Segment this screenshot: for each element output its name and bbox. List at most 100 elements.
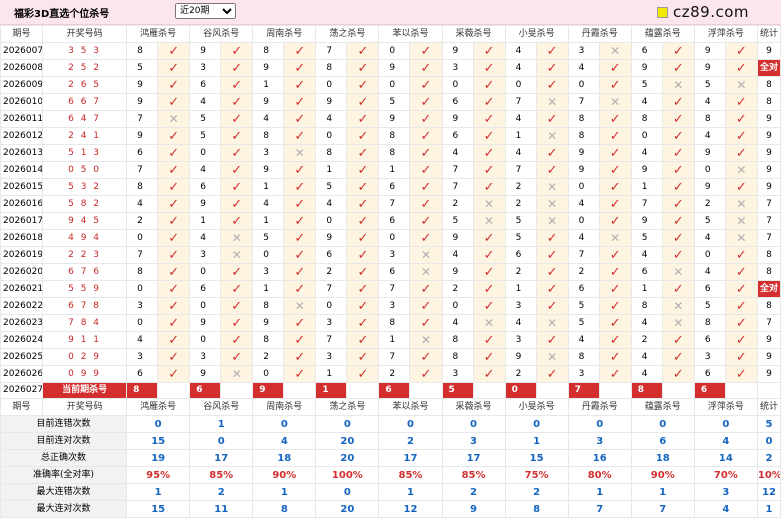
draw-number-cell: 9 4 5: [42, 212, 128, 230]
kill-number-cell: 9: [126, 76, 159, 94]
kill-number-cell: 2: [441, 280, 474, 298]
draw-number-cell: 5 8 2: [42, 195, 128, 213]
column-header: 采薇杀号: [441, 25, 506, 43]
column-header: 荡之杀号: [315, 25, 380, 43]
kill-number-cell: 6: [378, 178, 411, 196]
table-row: 2026009 2 6 5 9 ✓ 6 ✓ 1 ✓ 0 ✓ 0 ✓ 0 ✓ 0 ✓ 0 ✓ 5 ✕ 5 ✕ 8: [0, 76, 781, 94]
cross-icon: ✕: [661, 263, 695, 281]
site-logo[interactable]: cz89.com: [625, 0, 781, 24]
draw-number-cell: 4 9 4: [42, 229, 128, 247]
kill-number-cell: 7: [126, 246, 159, 264]
check-icon: ✓: [535, 365, 569, 383]
check-icon: ✓: [472, 42, 506, 60]
kill-number-cell: 8: [693, 314, 726, 332]
cross-icon: ✕: [724, 229, 758, 247]
period-select[interactable]: 近20期: [175, 3, 236, 19]
stats-value: 90%: [630, 466, 695, 484]
check-icon: ✓: [724, 365, 758, 383]
kill-number-cell: 5: [567, 297, 600, 315]
kill-number-cell: 4: [693, 93, 726, 111]
row-stat-cell: 8: [756, 93, 781, 111]
stats-value: 17: [189, 449, 254, 467]
predicted-kill-cell: 9: [252, 382, 285, 399]
row-stat-cell: 9: [756, 365, 781, 383]
check-icon: ✓: [661, 42, 695, 60]
check-icon: ✓: [283, 229, 317, 247]
kill-number-cell: 4: [504, 59, 537, 77]
kill-number-cell: 9: [441, 229, 474, 247]
stats-value: 18: [630, 449, 695, 467]
stats-value: 1: [567, 483, 632, 501]
cross-icon: ✕: [661, 314, 695, 332]
column-header: 蕴露杀号: [630, 25, 695, 43]
kill-number-cell: 0: [441, 297, 474, 315]
check-icon: ✓: [409, 110, 443, 128]
kill-number-cell: 5: [630, 229, 663, 247]
kill-number-cell: 1: [252, 212, 285, 230]
check-icon: ✓: [724, 178, 758, 196]
kill-number-cell: 9: [567, 144, 600, 162]
check-icon: ✓: [283, 76, 317, 94]
kill-number-cell: 1: [252, 280, 285, 298]
kill-number-cell: 1: [189, 212, 222, 230]
stats-label: 总正确次数: [0, 449, 128, 467]
check-icon: ✓: [220, 331, 254, 349]
stats-row: 最大连对次数 15 11 8 20 12 9 8 7 7 4 1: [0, 500, 781, 518]
kill-number-cell: 9: [630, 212, 663, 230]
kill-number-cell: 4: [567, 195, 600, 213]
kill-number-cell: 4: [630, 365, 663, 383]
kill-number-cell: 1: [378, 331, 411, 349]
kill-number-cell: 8: [693, 110, 726, 128]
kill-number-cell: 6: [693, 331, 726, 349]
cross-icon: ✕: [598, 229, 632, 247]
check-icon: ✓: [472, 263, 506, 281]
kill-number-cell: 9: [630, 59, 663, 77]
kill-number-cell: 4: [126, 331, 159, 349]
kill-number-cell: 0: [315, 127, 348, 145]
check-icon: ✓: [661, 331, 695, 349]
cross-icon: ✕: [535, 93, 569, 111]
stats-value: 75%: [504, 466, 569, 484]
check-icon: ✓: [472, 59, 506, 77]
header-row: 期号 开奖号码 鸿雁杀号 谷风杀号 周南杀号 荡之杀号 苯以杀号 采薇杀号 小旻杀号 丹霞杀号 蕴露…: [0, 25, 781, 43]
kill-number-cell: 5: [378, 93, 411, 111]
cross-icon: ✕: [535, 127, 569, 145]
empty-cell: [157, 382, 191, 399]
kill-number-cell: 2: [504, 195, 537, 213]
cross-icon: ✕: [535, 348, 569, 366]
cross-icon: ✕: [724, 212, 758, 230]
check-icon: ✓: [283, 331, 317, 349]
check-icon: ✓: [661, 348, 695, 366]
check-icon: ✓: [409, 229, 443, 247]
check-icon: ✓: [598, 365, 632, 383]
cross-icon: ✕: [472, 212, 506, 230]
kill-number-cell: 5: [693, 212, 726, 230]
period-cell: 2026018: [0, 229, 44, 247]
kill-number-cell: 8: [252, 331, 285, 349]
draw-number-cell: 2 2 3: [42, 246, 128, 264]
table-row: 2026008 2 5 2 5 ✓ 3 ✓ 9 ✓ 8 ✓ 9 ✓ 3 ✓ 4 ✓ 4 ✓ 9 ✓ 9 ✓ 全对: [0, 59, 781, 77]
cross-icon: ✕: [598, 42, 632, 60]
table-row: 2026012 2 4 1 9 ✓ 5 ✓ 8 ✓ 0 ✓ 8 ✓ 6 ✓ 1 ✕ 8 ✓ 0 ✓ 4 ✓ 9: [0, 127, 781, 145]
kill-number-cell: 2: [630, 331, 663, 349]
check-icon: ✓: [535, 263, 569, 281]
stats-value: 1: [756, 500, 781, 518]
kill-number-cell: 3: [693, 348, 726, 366]
check-icon: ✓: [346, 144, 380, 162]
check-icon: ✓: [346, 297, 380, 315]
check-icon: ✓: [283, 314, 317, 332]
column-header: 苯以杀号: [378, 25, 443, 43]
check-icon: ✓: [157, 212, 191, 230]
cross-icon: ✕: [283, 297, 317, 315]
stats-value: 15: [126, 500, 191, 518]
check-icon: ✓: [346, 263, 380, 281]
stats-value: 11: [189, 500, 254, 518]
empty-cell: [346, 382, 380, 399]
cross-icon: ✕: [472, 314, 506, 332]
empty-cell: [409, 382, 443, 399]
kill-number-cell: 9: [693, 178, 726, 196]
stats-label: 目前连对次数: [0, 432, 128, 450]
stats-value: 14: [693, 449, 758, 467]
kill-number-cell: 0: [378, 76, 411, 94]
kill-number-cell: 4: [630, 93, 663, 111]
